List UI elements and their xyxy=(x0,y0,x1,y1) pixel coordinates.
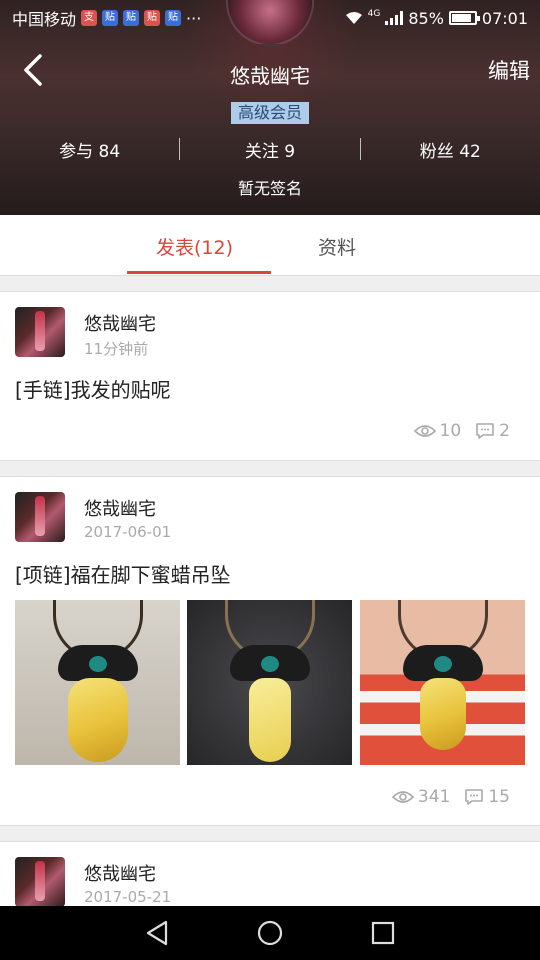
carrier-label: 中国移动 xyxy=(12,10,77,29)
signal-icon xyxy=(385,11,404,25)
wifi-icon xyxy=(345,12,362,24)
member-level-badge: 高级会员 xyxy=(231,102,309,124)
more-notifications-icon: ··· xyxy=(186,8,202,28)
author-name[interactable]: 悠哉幽宅 xyxy=(84,310,156,336)
eye-icon xyxy=(413,425,436,437)
views-count: 10 xyxy=(413,421,462,441)
stat-followers[interactable]: 粉丝 42 xyxy=(361,137,540,162)
stat-participation[interactable]: 参与 84 xyxy=(0,137,179,162)
author-name[interactable]: 悠哉幽宅 xyxy=(84,495,156,521)
author-avatar[interactable] xyxy=(15,307,65,357)
eye-icon xyxy=(391,791,414,803)
comments-value: 15 xyxy=(488,787,510,807)
profile-header: 中国移动 支 贴 贴 贴 贴 ··· 4G 85% 07:01 悠哉幽宅 编辑 … xyxy=(0,0,540,215)
battery-icon xyxy=(448,11,480,25)
post-stats: 341 15 xyxy=(391,787,510,807)
comments-value: 2 xyxy=(499,421,510,441)
tab-info[interactable]: 资料 xyxy=(318,233,356,260)
circle-home-icon xyxy=(257,920,283,946)
nav-recents-button[interactable] xyxy=(363,913,403,953)
notification-app-icon: 支 xyxy=(81,10,98,26)
profile-signature: 暂无签名 xyxy=(237,179,302,198)
square-recents-icon xyxy=(372,921,395,945)
post-title[interactable]: [项链]福在脚下蜜蜡吊坠 xyxy=(15,559,231,588)
views-count: 341 xyxy=(391,787,451,807)
profile-tabs: 发表(12) 资料 xyxy=(0,215,540,276)
author-name[interactable]: 悠哉幽宅 xyxy=(84,860,156,886)
stat-following[interactable]: 关注 9 xyxy=(180,137,359,162)
post-card[interactable]: 悠哉幽宅 2017-06-01 [项链]福在脚下蜜蜡吊坠 341 15 xyxy=(0,476,540,826)
comment-icon xyxy=(476,423,494,439)
author-avatar[interactable] xyxy=(15,492,65,542)
triangle-back-icon xyxy=(146,920,167,946)
post-card[interactable]: 悠哉幽宅 11分钟前 [手链]我发的贴呢 10 2 xyxy=(0,291,540,461)
notification-app-icon: 贴 xyxy=(102,10,119,26)
back-button[interactable] xyxy=(18,50,54,90)
battery-percent: 85% xyxy=(408,8,444,28)
chevron-left-icon xyxy=(24,54,42,86)
post-stats: 10 2 xyxy=(413,421,510,441)
post-time: 11分钟前 xyxy=(84,340,149,358)
network-type-label: 4G xyxy=(367,8,381,19)
post-image[interactable] xyxy=(187,600,352,765)
active-tab-indicator xyxy=(127,271,271,274)
notification-app-icon: 贴 xyxy=(165,10,182,26)
comments-count[interactable]: 2 xyxy=(475,421,510,441)
tab-posts[interactable]: 发表(12) xyxy=(156,233,233,260)
nav-home-button[interactable] xyxy=(250,913,290,953)
author-avatar[interactable] xyxy=(15,857,65,907)
views-value: 341 xyxy=(417,787,451,807)
notification-app-icon: 贴 xyxy=(123,10,140,26)
status-bar: 中国移动 支 贴 贴 贴 贴 ··· 4G 85% 07:01 xyxy=(0,0,540,36)
post-image[interactable] xyxy=(360,600,525,765)
profile-stats: 参与 84 关注 9 粉丝 42 xyxy=(0,134,540,164)
post-time: 2017-06-01 xyxy=(84,523,172,541)
comment-icon xyxy=(465,789,484,805)
system-nav-bar xyxy=(0,906,540,960)
comments-count[interactable]: 15 xyxy=(464,787,510,807)
post-title[interactable]: [手链]我发的贴呢 xyxy=(15,374,171,403)
nav-back-button[interactable] xyxy=(137,913,177,953)
post-image[interactable] xyxy=(15,600,180,765)
notification-app-icon: 贴 xyxy=(144,10,161,26)
post-time: 2017-05-21 xyxy=(84,888,172,906)
clock: 07:01 xyxy=(481,8,528,28)
views-value: 10 xyxy=(439,421,462,441)
page-title: 悠哉幽宅 xyxy=(230,64,310,88)
edit-button[interactable]: 编辑 xyxy=(488,55,530,85)
